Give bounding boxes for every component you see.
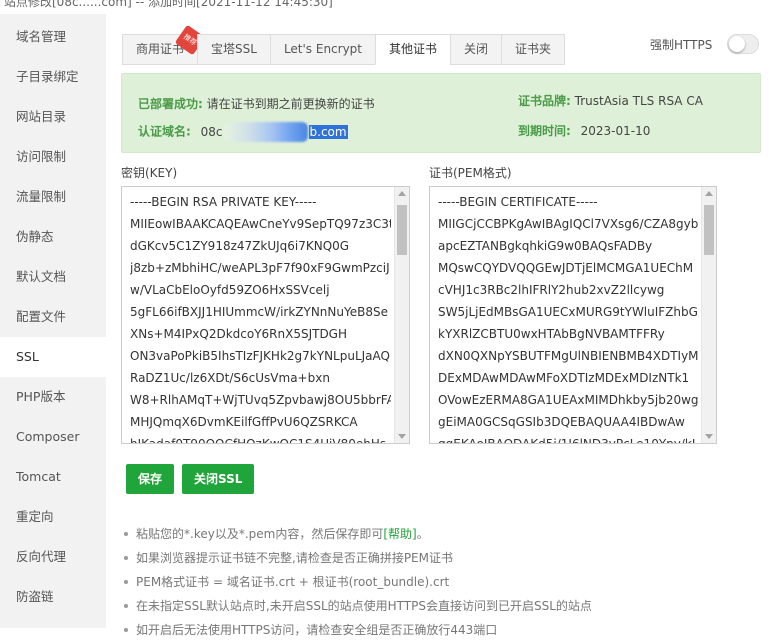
- scroll-down-arrow[interactable]: [398, 434, 406, 439]
- text-line: hIKadaf0T90OQCfHQzKwOC1S4UiV80ehHs: [130, 437, 387, 444]
- text-line: gEiMA0GCSqGSIb3DQEBAQUAA4IBDwAw: [438, 415, 685, 429]
- tip-suffix: 。: [416, 527, 429, 541]
- window-title: 站点修改[08c......com] -- 添加时间[2021-11-12 14…: [4, 0, 333, 9]
- deployed-text: 请在证书到期之前更换新的证书: [206, 97, 375, 111]
- main-panel: 商用证书 推荐 宝塔SSL Let's Encrypt 其他证书 关闭 证书夹 …: [106, 14, 783, 637]
- expiry-value: 2023-01-10: [580, 124, 651, 138]
- tip-item: PEM格式证书 = 域名证书.crt + 根证书(root_bundle).cr…: [122, 570, 762, 594]
- ssl-tabs: 商用证书 推荐 宝塔SSL Let's Encrypt 其他证书 关闭 证书夹: [122, 24, 566, 65]
- sidebar-item-redirect[interactable]: 重定向: [0, 497, 106, 537]
- text-line: MHJQmqX6DvmKEilfGffPvU6QZSRKCA: [130, 415, 358, 429]
- sidebar-item-traffic-limit[interactable]: 流量限制: [0, 177, 106, 217]
- text-line: ggEKAoIBAQDAKd5i/1J6lND3vPcLe10Ypy/kL: [438, 437, 698, 444]
- text-line: 5gFL66ifBXJJ1HIUmmcW/irkZYNnNuYeB8Se: [130, 305, 388, 319]
- tab-cert-folder[interactable]: 证书夹: [501, 34, 566, 65]
- deployed-row: 已部署成功: 请在证书到期之前更换新的证书: [138, 95, 375, 112]
- tip-item: 如开启后无法使用HTTPS访问，请检查安全组是否正确放行443端口: [122, 618, 762, 642]
- text-line: -----BEGIN CERTIFICATE-----: [438, 195, 598, 209]
- brand-value: TrustAsia TLS RSA CA: [574, 94, 703, 108]
- help-link[interactable]: [帮助]: [383, 527, 416, 541]
- scroll-thumb[interactable]: [397, 205, 407, 255]
- cert-scrollbar[interactable]: [701, 187, 716, 443]
- domain-label: 认证域名:: [138, 124, 191, 139]
- cert-info-box: 已部署成功: 请在证书到期之前更换新的证书 认证域名: 08c b.com 证书品…: [121, 73, 761, 153]
- force-https-toggle[interactable]: [727, 34, 759, 54]
- sidebar-item-php-version[interactable]: PHP版本: [0, 377, 106, 417]
- text-line: dGKcv5C1ZY918z47ZkUJq6i7KNQ0G: [130, 239, 350, 253]
- text-line: kYXRlZCBTU0wxHTAbBgNVBAMTFFRy: [438, 327, 665, 341]
- cert-content: -----BEGIN CERTIFICATE----- MIIGCjCCBPKgA…: [438, 191, 698, 444]
- text-line: MQswCQYDVQQGEwJDTjElMCMGA1UEChM: [438, 261, 694, 275]
- domain-suffix: b.com: [308, 124, 348, 139]
- text-line: RaDZ1Uc/lz6XDt/S6cUsVma+bxn: [130, 371, 330, 385]
- expiry-label: 到期时间:: [518, 124, 571, 138]
- force-https-label: 强制HTTPS: [650, 38, 713, 52]
- key-label: 密钥(KEY): [121, 166, 178, 180]
- scroll-thumb[interactable]: [704, 205, 714, 255]
- save-button[interactable]: 保存: [126, 464, 175, 494]
- text-line: SW5jLjEdMBsGA1UECxMURG9tYWluIFZhbGl: [438, 305, 698, 319]
- tip-item: 如果浏览器提示证书链不完整,请检查是否正确拼接PEM证书: [122, 546, 762, 570]
- deployed-label: 已部署成功:: [138, 97, 203, 111]
- text-line: DExMDAwMDAwMFoXDTIzMDExMDIzNTk1: [438, 371, 690, 385]
- sidebar-item-ssl[interactable]: SSL: [0, 337, 106, 377]
- cert-label: 证书(PEM格式): [429, 166, 512, 180]
- tip-text: 粘贴您的*.key以及*.pem内容，然后保存即可: [136, 527, 384, 541]
- text-line: MIIEowIBAAKCAQEAwCneYv9SepTQ97z3C3t: [130, 217, 391, 231]
- scroll-down-arrow[interactable]: [705, 434, 713, 439]
- text-line: cVHJ1c3RBc2lhIFRlY2hub2xvZ2llcywg: [438, 283, 665, 297]
- tab-other-cert[interactable]: 其他证书: [375, 34, 451, 65]
- sidebar-item-tomcat[interactable]: Tomcat: [0, 457, 106, 497]
- expiry-row: 到期时间: 2023-01-10: [518, 122, 650, 139]
- sidebar-item-site-dir[interactable]: 网站目录: [0, 97, 106, 137]
- domain-prefix: 08c: [200, 124, 223, 139]
- tab-lets-encrypt[interactable]: Let's Encrypt: [269, 34, 376, 65]
- brand-row: 证书品牌: TrustAsia TLS RSA CA: [518, 92, 703, 109]
- text-line: XNs+M4IPxQ2DkdcoY6RnX5SJTDGH: [130, 327, 348, 341]
- sidebar-item-rewrite[interactable]: 伪静态: [0, 217, 106, 257]
- toggle-knob: [729, 36, 745, 52]
- sidebar-item-access-limit[interactable]: 访问限制: [0, 137, 106, 177]
- brand-label: 证书品牌:: [518, 94, 571, 108]
- tab-commercial-cert[interactable]: 商用证书 推荐: [122, 24, 206, 65]
- text-line: OVowEzERMA8GA1UEAxMIMDhkby5jb20wg: [438, 393, 698, 407]
- scroll-up-arrow[interactable]: [398, 191, 406, 196]
- sidebar-item-default-doc[interactable]: 默认文档: [0, 257, 106, 297]
- sidebar-item-domain[interactable]: 域名管理: [0, 17, 106, 57]
- tip-item: 在未指定SSL默认站点时,未开启SSL的站点使用HTTPS会直接访问到已开启SS…: [122, 594, 762, 618]
- text-line: W8+RlhAMqT+WjTUvq5Zpvbawj8OU5bbrFA: [130, 393, 391, 407]
- cert-textarea[interactable]: -----BEGIN CERTIFICATE----- MIIGCjCCBPKgA…: [429, 186, 717, 444]
- text-line: dXN0QXNpYSBUTFMgUlNBIENBMB4XDTIyM: [438, 349, 698, 363]
- text-line: w/VLaCbEloOyfd59ZO6HxSSVcelj: [130, 283, 330, 297]
- scroll-up-arrow[interactable]: [705, 191, 713, 196]
- window-title-bar: 站点修改[08c......com] -- 添加时间[2021-11-12 14…: [0, 0, 783, 14]
- tip-item: 粘贴您的*.key以及*.pem内容，然后保存即可[帮助]。: [122, 522, 762, 546]
- text-line: j8zb+zMbhiHC/weAPL3pF7f90xF9GwmPzciJ: [130, 261, 390, 275]
- sidebar-item-hotlink[interactable]: 防盗链: [0, 577, 106, 617]
- text-line: MIIGCjCCBPKgAwIBAgIQCl7VXsg6/CZA8gyb: [438, 217, 698, 231]
- sidebar-item-subdir-binding[interactable]: 子目录绑定: [0, 57, 106, 97]
- redacted-domain-blur: [223, 122, 308, 142]
- tips-list: 粘贴您的*.key以及*.pem内容，然后保存即可[帮助]。 如果浏览器提示证书…: [122, 522, 762, 642]
- close-ssl-button[interactable]: 关闭SSL: [182, 464, 255, 494]
- sidebar-item-reverse-proxy[interactable]: 反向代理: [0, 537, 106, 577]
- key-content: -----BEGIN RSA PRIVATE KEY----- MIIEowIBA…: [130, 191, 391, 444]
- domain-row: 认证域名: 08c b.com: [138, 122, 348, 142]
- tab-close[interactable]: 关闭: [450, 34, 502, 65]
- text-line: apcEZTANBgkqhkiG9w0BAQsFADBy: [438, 239, 653, 253]
- sidebar: 域名管理 子目录绑定 网站目录 访问限制 流量限制 伪静态 默认文档 配置文件 …: [0, 14, 106, 628]
- sidebar-item-config-file[interactable]: 配置文件: [0, 297, 106, 337]
- key-scrollbar[interactable]: [394, 187, 409, 443]
- sidebar-item-composer[interactable]: Composer: [0, 417, 106, 457]
- key-textarea[interactable]: -----BEGIN RSA PRIVATE KEY----- MIIEowIBA…: [121, 186, 410, 444]
- text-line: -----BEGIN RSA PRIVATE KEY-----: [130, 195, 317, 209]
- tab-bt-ssl[interactable]: 宝塔SSL: [197, 34, 270, 65]
- text-line: ON3vaPoPkiB5IhsTIzFJKHk2g7kYNLpuLJaAQ: [130, 349, 390, 363]
